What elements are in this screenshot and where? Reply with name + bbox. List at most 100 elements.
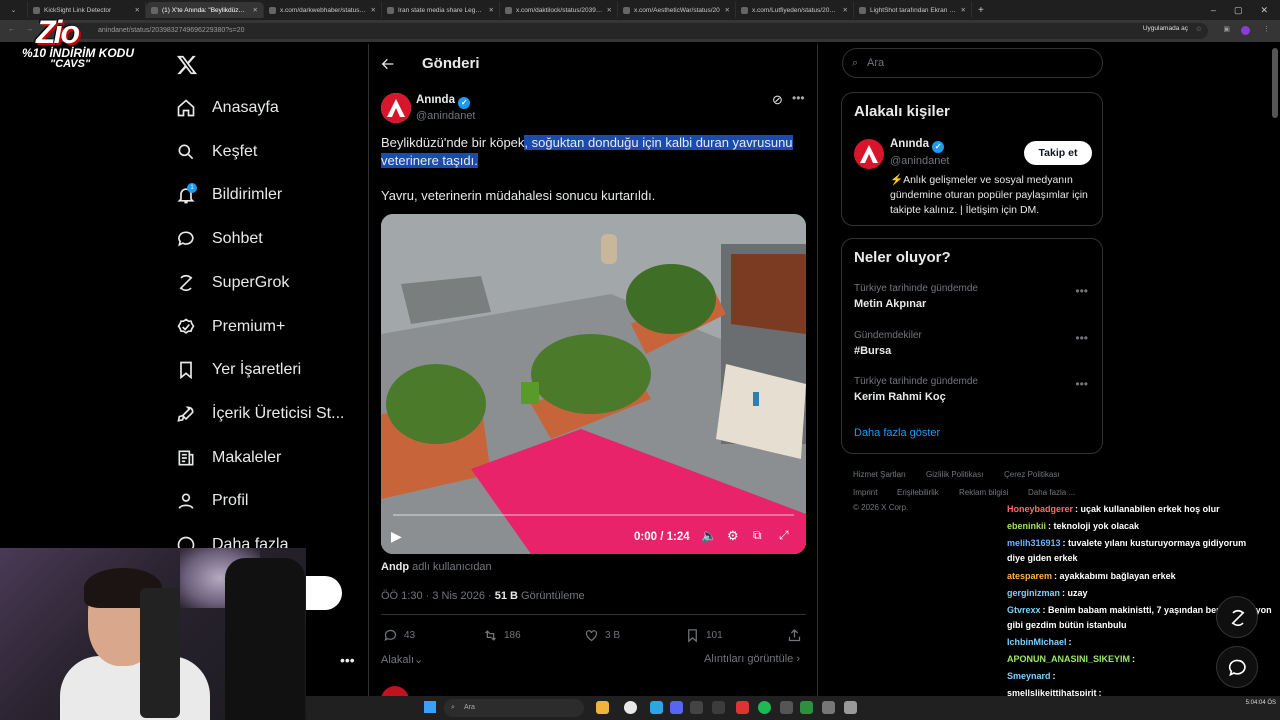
app-icon-6[interactable] <box>844 701 857 714</box>
trend-item[interactable]: Metin Akpınar <box>854 298 926 310</box>
chat-username[interactable]: ebeninkii <box>1007 521 1046 531</box>
share-button[interactable] <box>787 628 802 643</box>
star-icon[interactable]: ☆ <box>1196 25 1202 33</box>
browser-menu-icon[interactable]: ⋮ <box>1263 25 1270 33</box>
new-tab-button[interactable]: + <box>972 5 990 16</box>
app-icon-5[interactable] <box>822 701 835 714</box>
taskbar-search[interactable]: ⌕ Ara <box>444 699 584 717</box>
browser-tab[interactable]: x.com/Lutfiyeden/status/20400 ✕ <box>736 2 854 18</box>
open-in-app-button[interactable]: Uygulamada aç <box>1143 25 1188 32</box>
chat-username[interactable]: IchbinMichael <box>1007 637 1067 647</box>
person-avatar[interactable] <box>854 139 884 169</box>
file-explorer-icon[interactable] <box>596 701 609 714</box>
trend-item[interactable]: Kerim Rahmi Koç <box>854 391 946 403</box>
grok-fab-button[interactable] <box>1216 596 1258 638</box>
author-name[interactable]: Anında ✓ <box>416 94 471 109</box>
app-icon[interactable] <box>712 701 725 714</box>
person-handle[interactable]: @anindanet <box>890 155 950 167</box>
minimize-icon[interactable]: – <box>1211 5 1216 16</box>
chrome-icon[interactable] <box>624 701 637 714</box>
play-icon[interactable]: ▶ <box>391 528 402 545</box>
volume-icon[interactable]: 🔈 <box>701 528 717 544</box>
chat-username[interactable]: melih316913 <box>1007 538 1061 548</box>
trend-item[interactable]: #Bursa <box>854 345 891 357</box>
sidebar-item[interactable]: Makaleler <box>176 448 281 468</box>
show-more-link[interactable]: Daha fazla göster <box>854 427 940 439</box>
browser-tab[interactable]: x.com/darkwebhaber/status/20 ✕ <box>264 2 382 18</box>
app-icon-4[interactable] <box>800 701 813 714</box>
browser-tab[interactable]: x.com/AestheticWar/status/20 ✕ <box>618 2 736 18</box>
follow-button[interactable]: Takip et <box>1024 141 1092 165</box>
sidebar-item[interactable]: Yer İşaretleri <box>176 360 301 380</box>
browser-tab[interactable]: (1) X'te Anında: "Beylikdüzü'nd ✕ <box>146 2 264 18</box>
chat-username[interactable]: Honeybadgerer <box>1007 504 1073 514</box>
messages-fab-button[interactable] <box>1216 646 1258 688</box>
sidebar-item[interactable]: Profil <box>176 491 248 511</box>
footer-link[interactable]: Daha fazla ... <box>1028 488 1075 497</box>
url-input[interactable]: anindanet/status/2039832749696229380?s=2… <box>58 23 1208 39</box>
author-name-text[interactable]: Anında <box>416 94 455 106</box>
browser-tab[interactable]: LightShot tarafından Ekran Gö ✕ <box>854 2 972 18</box>
x-logo-icon[interactable] <box>176 54 198 76</box>
author-avatar[interactable] <box>381 93 411 123</box>
back-arrow-icon[interactable] <box>380 56 396 72</box>
settings-gear-icon[interactable]: ⚙ <box>727 528 739 544</box>
footer-link[interactable]: Reklam bilgisi <box>959 488 1008 497</box>
sidebar-item[interactable]: İçerik Üreticisi St... <box>176 404 344 424</box>
spotify-icon[interactable] <box>758 701 771 714</box>
chat-username[interactable]: gerginizman <box>1007 588 1060 598</box>
person-name[interactable]: Anında ✓ <box>890 138 945 153</box>
footer-link[interactable]: Imprint <box>853 488 877 497</box>
reply-button[interactable]: 43 <box>383 628 415 643</box>
reply-sort-dropdown[interactable]: Alakalı⌄ <box>381 653 423 666</box>
view-quotes-link[interactable]: Alıntıları görüntüle › <box>704 653 800 665</box>
close-window-icon[interactable]: ✕ <box>1260 5 1268 16</box>
sidebar-item[interactable]: Premium+ <box>176 317 285 337</box>
person-name-text[interactable]: Anında <box>890 138 929 150</box>
footer-link[interactable]: Hizmet Şartları <box>853 470 906 479</box>
search-input[interactable]: ⌕ Ara <box>842 48 1103 78</box>
windows-start-icon[interactable] <box>424 701 436 713</box>
chat-username[interactable]: Smeynard <box>1007 671 1051 681</box>
pip-icon[interactable]: ⧉ <box>753 528 762 543</box>
tab-close-icon[interactable]: ✕ <box>607 6 612 14</box>
footer-link[interactable]: Gizlilik Politikası <box>926 470 983 479</box>
trend-more-icon[interactable]: ••• <box>1075 284 1088 298</box>
edge-icon[interactable] <box>650 701 663 714</box>
tab-close-icon[interactable]: ✕ <box>961 6 966 14</box>
grok-icon[interactable]: ⊘ <box>772 92 783 108</box>
credit-user[interactable]: Andp <box>381 561 409 573</box>
chat-username[interactable]: atesparem <box>1007 571 1052 581</box>
more-options-icon[interactable]: ••• <box>792 91 805 105</box>
maximize-icon[interactable]: ▢ <box>1234 5 1243 16</box>
sidebar-item[interactable]: Sohbet <box>176 229 263 249</box>
tab-close-icon[interactable]: ✕ <box>253 6 258 14</box>
app-icon-3[interactable] <box>780 701 793 714</box>
repost-button[interactable]: 186 <box>483 628 521 643</box>
chat-username[interactable]: Gtvrexx <box>1007 605 1041 615</box>
like-button[interactable]: 3 B <box>584 628 620 643</box>
video-progress-track[interactable] <box>393 514 794 516</box>
obs-icon[interactable] <box>690 701 703 714</box>
tab-close-icon[interactable]: ✕ <box>135 6 140 14</box>
tab-close-icon[interactable]: ✕ <box>725 6 730 14</box>
extensions-icon[interactable]: ▣ <box>1223 25 1230 33</box>
bookmark-button[interactable]: 101 <box>685 628 723 643</box>
profile-avatar[interactable] <box>1241 26 1250 35</box>
browser-tab[interactable]: ⌄ <box>0 2 28 18</box>
tab-close-icon[interactable]: ✕ <box>371 6 376 14</box>
video-player[interactable]: ▶ 0:00 / 1:24 🔈 ⚙ ⧉ ⤢ <box>381 214 806 554</box>
post-timestamp[interactable]: ÖÖ 1:30 · 3 Nis 2026 · <box>381 590 492 602</box>
footer-link[interactable]: Erişilebilirlik <box>897 488 939 497</box>
discord-icon[interactable] <box>670 701 683 714</box>
chat-username[interactable]: APONUN_ANASINI_SIKEYIM <box>1007 654 1130 664</box>
browser-tab[interactable]: x.com/daktilock/status/203979 ✕ <box>500 2 618 18</box>
tab-close-icon[interactable]: ✕ <box>489 6 494 14</box>
back-nav-icon[interactable]: ← <box>8 26 15 33</box>
trend-more-icon[interactable]: ••• <box>1075 377 1088 391</box>
trend-more-icon[interactable]: ••• <box>1075 331 1088 345</box>
forward-nav-icon[interactable]: → <box>26 26 33 33</box>
footer-link[interactable]: © 2026 X Corp. <box>853 503 908 512</box>
tab-menu-icon[interactable]: ⌄ <box>11 6 16 14</box>
page-scrollbar[interactable] <box>1272 48 1278 118</box>
